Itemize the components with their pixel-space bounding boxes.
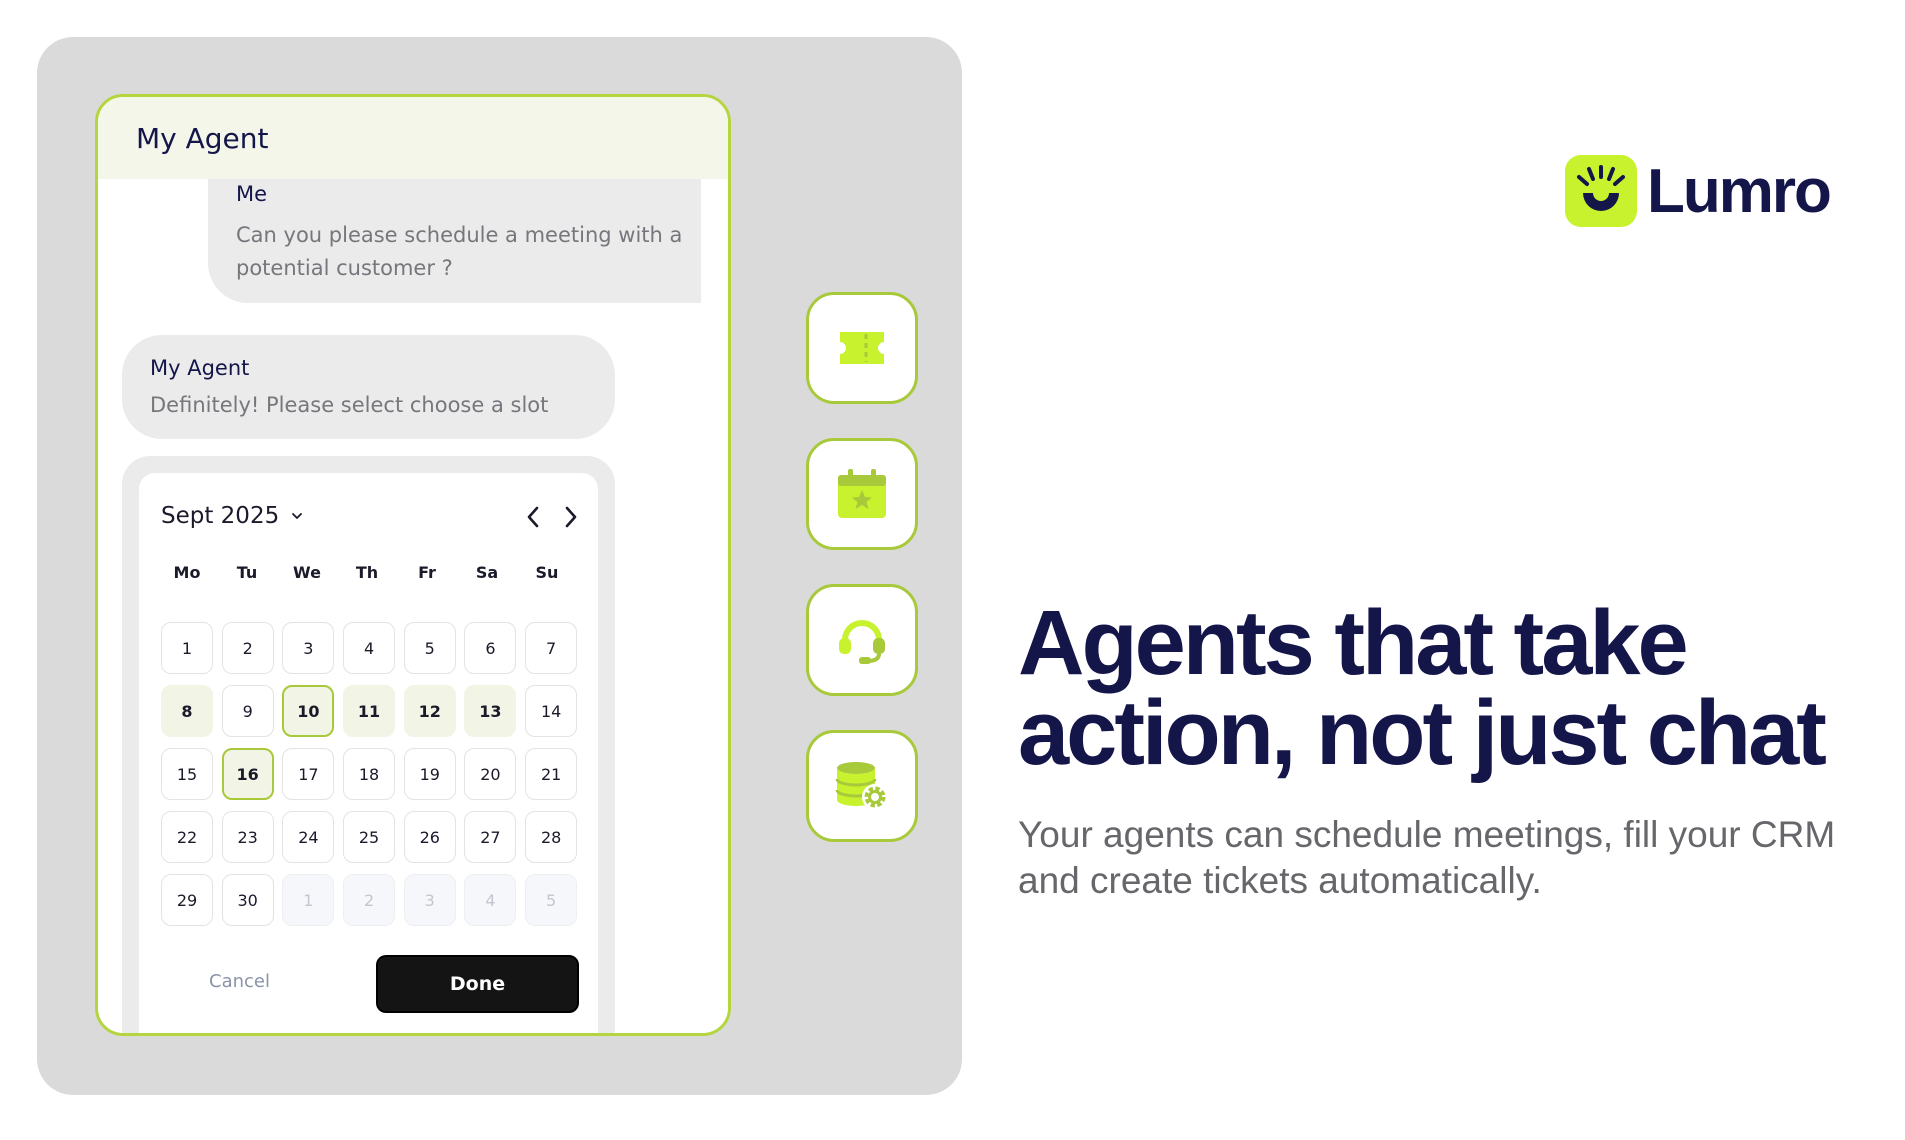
day-cell[interactable]: 2: [221, 622, 274, 674]
day-cell[interactable]: 26: [403, 811, 456, 863]
day-cell[interactable]: 17: [282, 748, 335, 800]
message-bubble-agent: My Agent Definitely! Please select choos…: [122, 335, 615, 439]
day-cell[interactable]: 24: [282, 811, 335, 863]
database-gear-icon: [835, 762, 888, 810]
message-text: Can you please schedule a meeting with a…: [236, 223, 683, 280]
message-sender: Me: [236, 182, 268, 206]
day-cell[interactable]: 20: [464, 748, 517, 800]
day-cell[interactable]: 14: [525, 685, 578, 737]
day-cell[interactable]: 11: [343, 685, 396, 737]
headset-icon: [839, 620, 885, 664]
chevron-left-icon: [527, 506, 539, 528]
chat-window: My Agent Me Can you please schedule a me…: [95, 94, 731, 1036]
weekday-label: Th: [355, 563, 379, 582]
chat-title: My Agent: [136, 121, 269, 155]
weekday-label: Mo: [173, 563, 201, 582]
brand-logo: Lumro: [1565, 155, 1832, 227]
day-cell[interactable]: 19: [403, 748, 456, 800]
weekday-label: We: [293, 563, 321, 582]
weekday-label: Fr: [418, 563, 436, 582]
chevron-down-icon: [292, 513, 303, 519]
support-tool-button[interactable]: [806, 584, 918, 696]
day-cell[interactable]: 5: [403, 622, 456, 674]
headline-line-1: Agents that take: [1018, 592, 1689, 694]
chevron-right-icon: [565, 506, 577, 528]
day-cell[interactable]: 10: [282, 685, 335, 737]
day-cell[interactable]: 4: [343, 622, 396, 674]
ticket-icon: [840, 332, 884, 364]
day-cell[interactable]: 1: [161, 622, 213, 674]
headline-line-2: action, not just chat: [1018, 682, 1827, 784]
day-cell[interactable]: 7: [525, 622, 578, 674]
day-cell[interactable]: 27: [464, 811, 517, 863]
day-cell[interactable]: 13: [464, 685, 517, 737]
month-label: Sept 2025: [161, 503, 280, 529]
days-grid: 1 2 3 4 5 6 7 8 9 10 11 12 13 14 15 16 17 18 19 20 21 22 23 24 2…: [161, 622, 578, 926]
day-cell[interactable]: 9: [221, 685, 274, 737]
day-cell[interactable]: 16: [221, 748, 274, 800]
message-bubble-user: Me Can you please schedule a meeting wit…: [208, 179, 701, 303]
day-cell-next-month: 5: [525, 874, 578, 926]
ticket-tool-button[interactable]: [806, 292, 918, 404]
day-cell[interactable]: 8: [161, 685, 213, 737]
next-month-button[interactable]: [557, 501, 585, 533]
day-cell[interactable]: 6: [464, 622, 517, 674]
day-cell[interactable]: 21: [525, 748, 578, 800]
day-cell[interactable]: 30: [221, 874, 274, 926]
day-cell[interactable]: 15: [161, 748, 213, 800]
calendar-tool-button[interactable]: [806, 438, 918, 550]
calendar-actions: Cancel Done: [139, 955, 598, 1013]
cancel-button[interactable]: Cancel: [209, 971, 270, 992]
day-cell[interactable]: 25: [343, 811, 396, 863]
hero-headline: Agents that take action, not just chat: [1018, 592, 1898, 784]
day-cell[interactable]: 22: [161, 811, 213, 863]
month-selector[interactable]: Sept 2025: [161, 503, 303, 529]
previous-month-button[interactable]: [519, 501, 547, 533]
calendar-bubble: Sept 2025 Mo Tu We Th Fr Sa Su 1 2 3 4 5 6 7 8 9 10 11 12…: [122, 456, 615, 1033]
day-cell[interactable]: 28: [525, 811, 578, 863]
weekday-header: Mo Tu We Th Fr Sa Su: [161, 563, 581, 582]
day-cell[interactable]: 3: [282, 622, 335, 674]
message-sender: My Agent: [150, 356, 250, 380]
day-cell[interactable]: 12: [403, 685, 456, 737]
crm-tool-button[interactable]: [806, 730, 918, 842]
done-button[interactable]: Done: [376, 955, 579, 1013]
day-cell-next-month: 2: [343, 874, 396, 926]
weekday-label: Tu: [236, 563, 258, 582]
hero-subtitle: Your agents can schedule meetings, fill …: [1018, 814, 1836, 901]
day-cell-next-month: 4: [464, 874, 517, 926]
message-text: Definitely! Please select choose a slot: [150, 393, 549, 417]
day-cell-next-month: 3: [403, 874, 456, 926]
day-cell-next-month: 1: [282, 874, 335, 926]
weekday-label: Su: [535, 563, 559, 582]
brand-name: Lumro: [1647, 156, 1832, 226]
weekday-label: Sa: [475, 563, 499, 582]
day-cell[interactable]: 23: [221, 811, 274, 863]
day-cell[interactable]: 18: [343, 748, 396, 800]
chat-header: My Agent: [98, 97, 728, 179]
day-cell[interactable]: 29: [161, 874, 213, 926]
calendar-star-icon: [838, 469, 886, 518]
sunrise-logo-icon: [1565, 155, 1637, 227]
date-picker: Sept 2025 Mo Tu We Th Fr Sa Su 1 2 3 4 5 6 7 8 9 10 11 12…: [139, 473, 598, 1033]
